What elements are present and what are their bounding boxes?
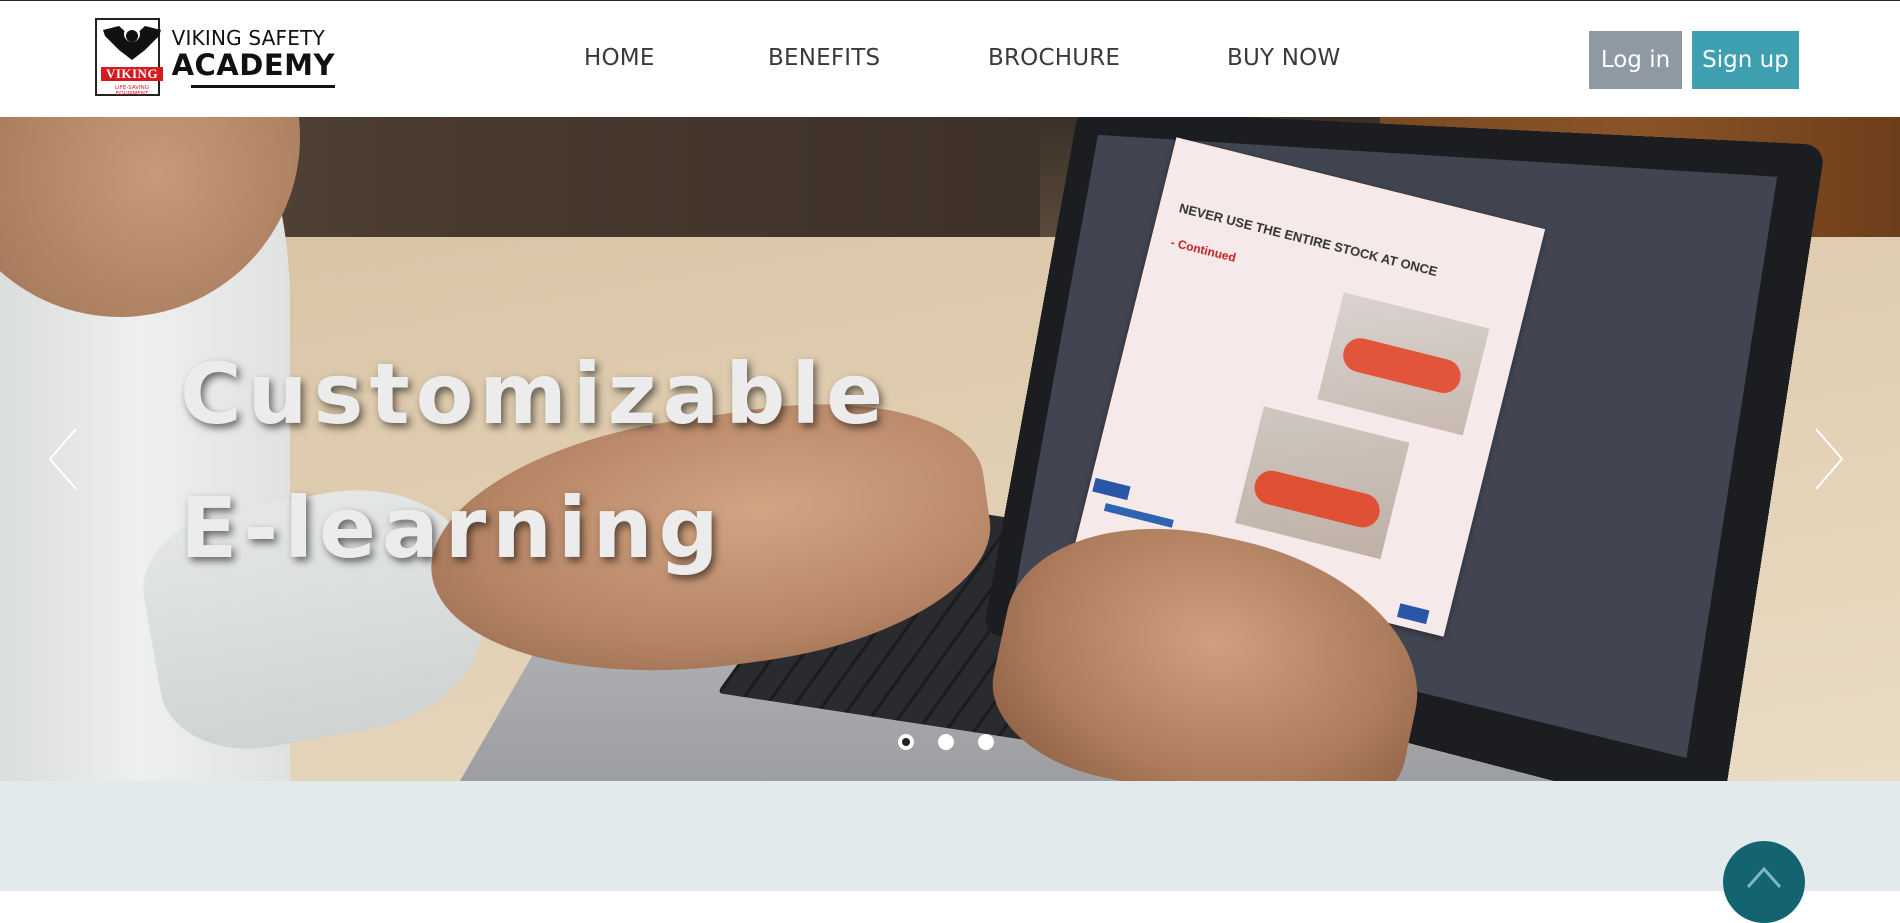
slide-progress-bar — [1103, 503, 1174, 528]
signup-button[interactable]: Sign up — [1692, 31, 1799, 89]
carousel-prev-button[interactable] — [46, 423, 86, 495]
hero-headline: Customizable E-learning — [180, 327, 889, 595]
scroll-to-top-button[interactable] — [1723, 841, 1805, 923]
slide-image-flares-2 — [1234, 406, 1410, 560]
nav-item-benefits[interactable]: BENEFITS — [768, 45, 880, 71]
slide-heading: NEVER USE THE ENTIRE STOCK AT ONCE — [1177, 200, 1440, 280]
chevron-up-icon — [1746, 866, 1782, 888]
hero-carousel: NEVER USE THE ENTIRE STOCK AT ONCE - Con… — [0, 117, 1900, 781]
slide-prev-badge — [1092, 477, 1131, 501]
hero-headline-line1: Customizable — [180, 345, 890, 443]
carousel-next-button[interactable] — [1806, 423, 1846, 495]
nav-item-brochure[interactable]: BROCHURE — [988, 45, 1120, 71]
slide-image-flares-1 — [1317, 292, 1490, 436]
carousel-dot-2[interactable] — [938, 734, 954, 750]
hero-headline-line2: E-learning — [180, 479, 725, 577]
slide-subheading: - Continued — [1169, 235, 1238, 265]
chevron-right-icon — [1815, 428, 1844, 490]
carousel-dot-3[interactable] — [978, 734, 994, 750]
carousel-indicators — [898, 734, 994, 750]
site-header: VIKING LIFE-SAVING EQUIPMENT VIKING SAFE… — [0, 0, 1900, 117]
carousel-dot-1[interactable] — [898, 734, 914, 750]
carousel-dot-1-center — [902, 738, 910, 746]
slide-next-badge — [1396, 603, 1430, 625]
chevron-left-icon — [48, 428, 77, 490]
content-section — [0, 781, 1900, 891]
nav-item-buy-now[interactable]: BUY NOW — [1227, 45, 1340, 71]
nav-item-home[interactable]: HOME — [584, 45, 655, 71]
login-button[interactable]: Log in — [1589, 31, 1682, 89]
